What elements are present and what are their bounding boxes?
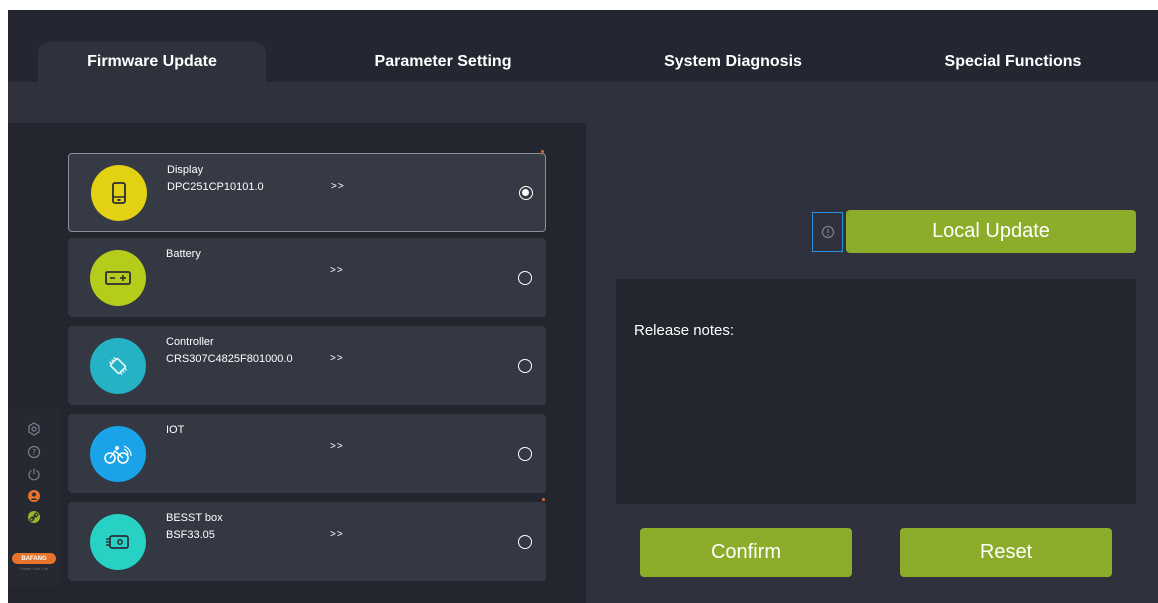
- device-name: Display: [167, 164, 204, 176]
- device-card-battery[interactable]: Battery >>: [68, 238, 546, 317]
- brand-tagline: Power Your Life: [19, 566, 49, 571]
- release-notes-label: Release notes:: [634, 322, 735, 339]
- link-icon[interactable]: [26, 509, 42, 525]
- device-select-radio[interactable]: [518, 271, 532, 285]
- device-expand-arrow[interactable]: >>: [330, 353, 344, 364]
- tab-bar: Firmware Update Parameter Setting System…: [8, 10, 1158, 82]
- release-notes-box: Release notes:: [616, 279, 1136, 504]
- sub-header-bar: [8, 82, 1158, 123]
- device-select-radio[interactable]: [519, 186, 533, 200]
- power-icon[interactable]: [26, 466, 42, 482]
- tab-parameter-setting[interactable]: Parameter Setting: [338, 42, 548, 82]
- settings-icon[interactable]: [26, 421, 42, 437]
- side-rail: ? BAFANG Power Your Life: [8, 408, 60, 586]
- device-select-radio[interactable]: [518, 535, 532, 549]
- tab-system-diagnosis[interactable]: System Diagnosis: [628, 42, 838, 82]
- notification-dot: [541, 150, 544, 153]
- info-button[interactable]: [812, 212, 843, 252]
- device-name: IOT: [166, 424, 185, 436]
- device-expand-arrow[interactable]: >>: [330, 265, 344, 276]
- tab-special-functions[interactable]: Special Functions: [908, 42, 1118, 82]
- reset-button[interactable]: Reset: [900, 528, 1112, 577]
- device-expand-arrow[interactable]: >>: [331, 181, 345, 192]
- display-icon: [91, 165, 147, 221]
- iot-bike-icon: [90, 426, 146, 482]
- user-icon[interactable]: [26, 488, 42, 504]
- update-panel: Local Update Release notes: Confirm Rese…: [586, 123, 1158, 603]
- device-name: Controller: [166, 336, 214, 348]
- info-icon: [821, 225, 834, 239]
- besst-box-icon: [90, 514, 146, 570]
- device-select-radio[interactable]: [518, 447, 532, 461]
- battery-icon: [90, 250, 146, 306]
- svg-text:?: ?: [32, 448, 36, 457]
- tab-firmware-update[interactable]: Firmware Update: [38, 42, 266, 82]
- device-name: Battery: [166, 248, 201, 260]
- device-version: BSF33.05: [166, 529, 215, 541]
- device-expand-arrow[interactable]: >>: [330, 529, 344, 540]
- device-version: DPC251CP10101.0: [167, 181, 264, 193]
- device-version: CRS307C4825F801000.0: [166, 353, 293, 365]
- device-card-display[interactable]: Display DPC251CP10101.0 >>: [68, 150, 546, 232]
- device-select-radio[interactable]: [518, 359, 532, 373]
- local-update-button[interactable]: Local Update: [846, 210, 1136, 253]
- notification-dot: [542, 498, 545, 501]
- device-card-iot[interactable]: IOT >>: [68, 414, 546, 493]
- confirm-button[interactable]: Confirm: [640, 528, 852, 577]
- app-window: Firmware Update Parameter Setting System…: [8, 10, 1158, 603]
- controller-icon: [90, 338, 146, 394]
- device-list-panel: Display DPC251CP10101.0 >> Battery >> Co…: [8, 123, 586, 603]
- device-expand-arrow[interactable]: >>: [330, 441, 344, 452]
- device-name: BESST box: [166, 512, 223, 524]
- device-card-besst-box[interactable]: BESST box BSF33.05 >>: [68, 498, 546, 581]
- brand-logo: BAFANG: [12, 553, 56, 564]
- device-card-controller[interactable]: Controller CRS307C4825F801000.0 >>: [68, 326, 546, 405]
- help-icon[interactable]: ?: [26, 444, 42, 460]
